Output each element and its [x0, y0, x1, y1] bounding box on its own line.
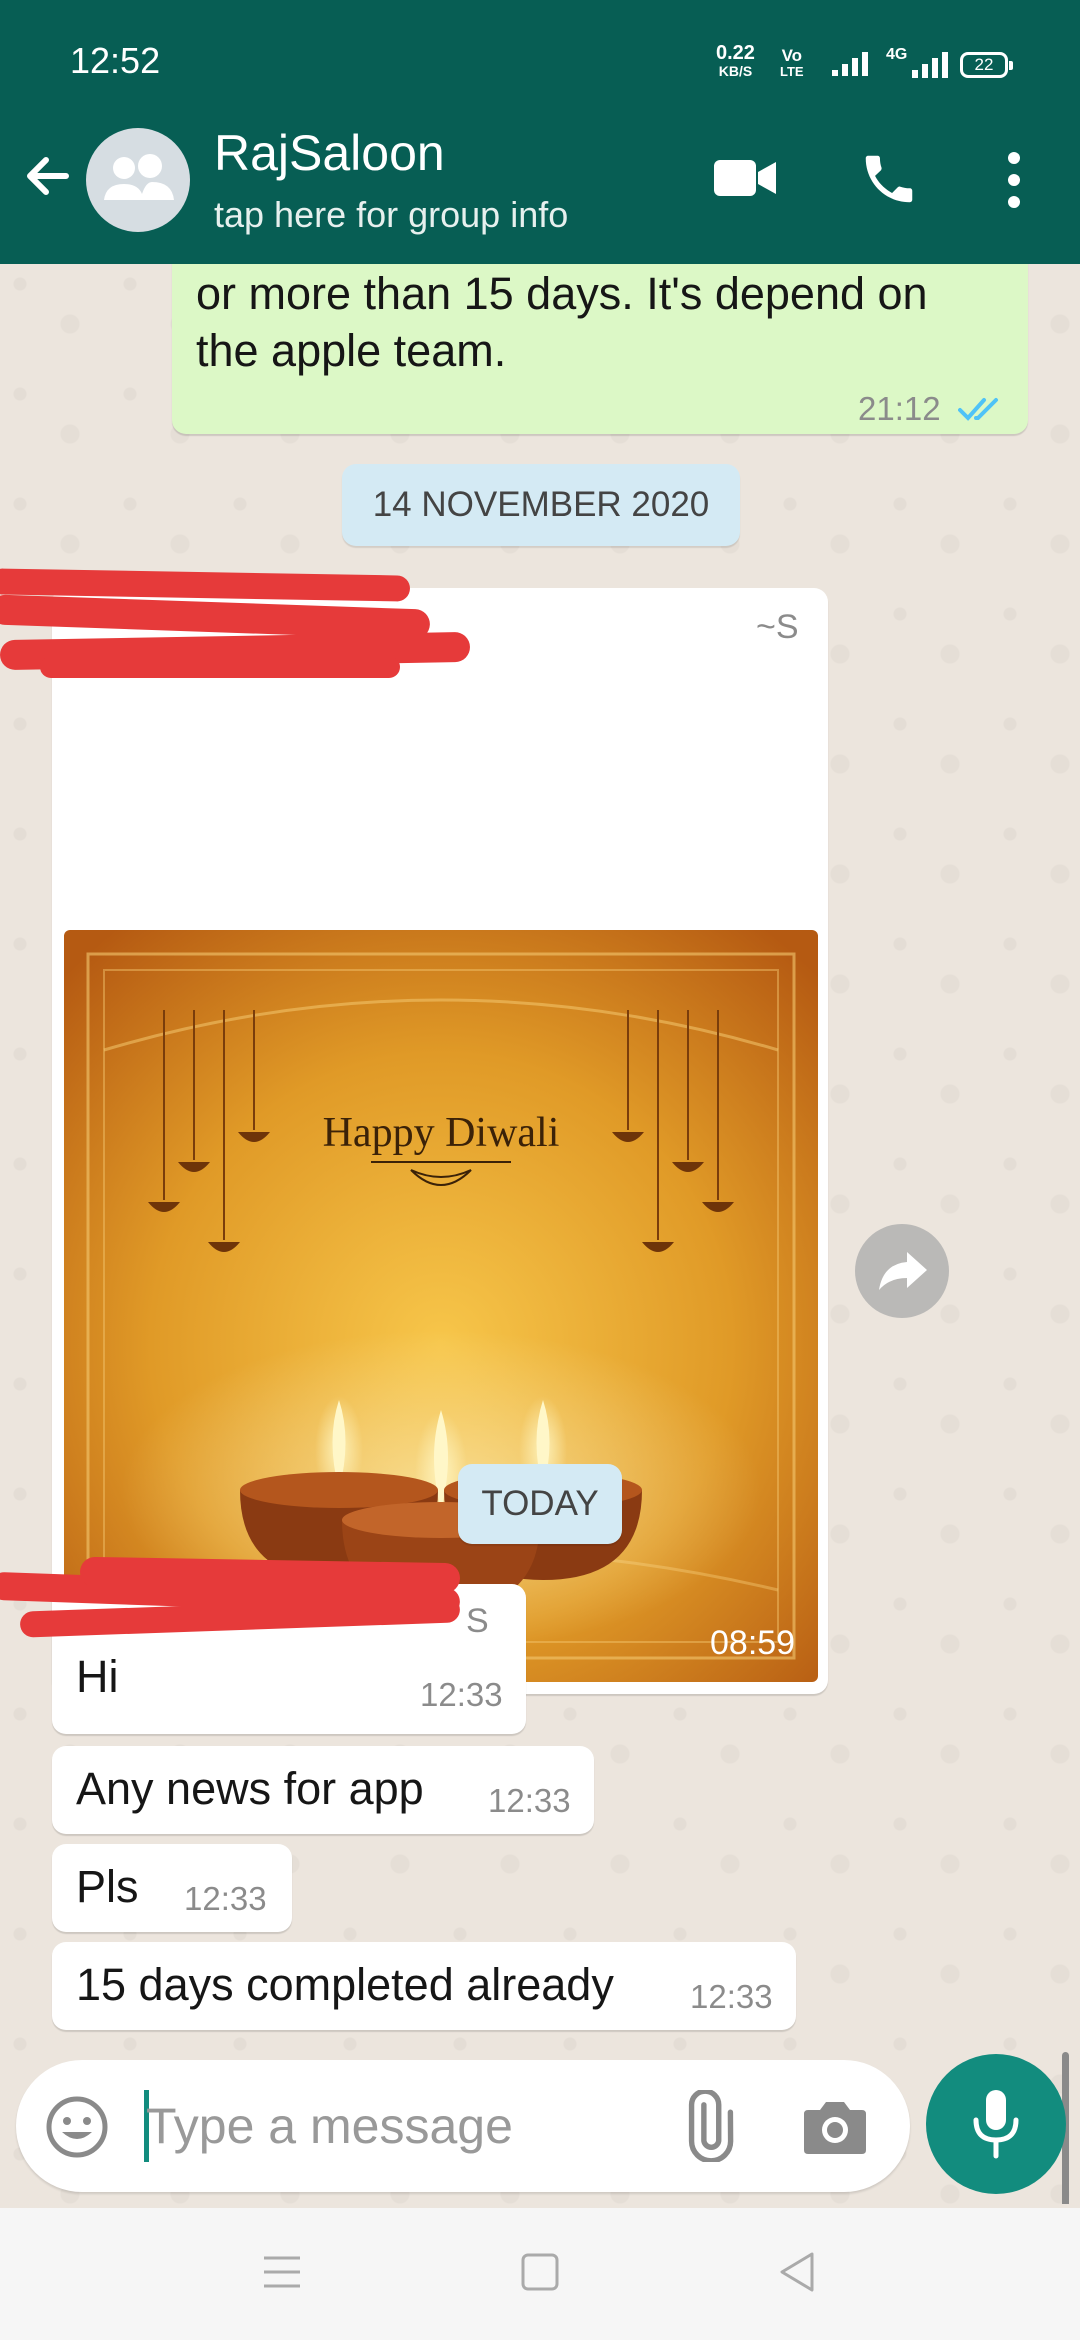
forward-icon — [879, 1252, 927, 1290]
attach-icon[interactable] — [670, 2090, 742, 2162]
lte-label: LTE — [780, 64, 804, 79]
chat-subtitle[interactable]: tap here for group info — [214, 194, 568, 236]
more-options-icon[interactable] — [1002, 148, 1026, 212]
home-nav-icon[interactable] — [520, 2252, 560, 2292]
message-time: 12:33 — [690, 1978, 773, 2015]
volte-indicator: Vo LTE — [780, 46, 804, 80]
battery-icon: 22 — [960, 52, 1013, 78]
message-text: Any news for app — [76, 1763, 424, 1814]
sender-name: S — [466, 1602, 489, 1640]
signal-icon — [832, 52, 868, 76]
message-text: 15 days completed already — [76, 1959, 614, 2010]
date-separator-today: TODAY — [458, 1464, 622, 1544]
back-arrow-icon[interactable] — [18, 146, 78, 206]
clock: 12:52 — [70, 40, 161, 81]
video-call-icon[interactable] — [712, 154, 778, 202]
message-bubble-incoming[interactable]: 15 days completed already 12:33 — [52, 1942, 796, 2030]
message-time: 12:33 — [488, 1782, 571, 1819]
chat-header[interactable]: RajSaloon tap here for group info — [0, 96, 1080, 264]
emoji-icon[interactable] — [44, 2094, 110, 2160]
read-ticks-icon — [958, 398, 998, 421]
message-time: 21:12 — [858, 390, 941, 427]
microphone-icon — [973, 2090, 1019, 2159]
date-separator: 14 NOVEMBER 2020 — [342, 464, 740, 546]
message-bubble-incoming[interactable]: Pls 12:33 — [52, 1844, 292, 1932]
voice-call-icon[interactable] — [858, 148, 920, 210]
message-bubble-outgoing[interactable]: 15 days. But for iOS it's takes 15 days … — [172, 264, 1028, 434]
voice-record-button[interactable] — [926, 2054, 1066, 2194]
message-time: 12:33 — [184, 1880, 267, 1917]
group-icon — [104, 154, 174, 200]
message-text: Hi — [76, 1651, 119, 1702]
message-composer[interactable] — [16, 2060, 910, 2192]
status-bar: 12:52 0.22 KB/S Vo LTE 4G 22 — [0, 0, 1080, 96]
message-input[interactable] — [146, 2082, 666, 2170]
message-text: 15 days. But for iOS it's takes 15 days … — [196, 268, 928, 376]
volte-label: Vo — [781, 46, 803, 65]
redaction-scribble — [40, 656, 400, 678]
sender-name: ~S — [756, 608, 799, 646]
message-bubble-incoming[interactable]: Any news for app 12:33 — [52, 1746, 594, 1834]
data-badge: 4G — [886, 46, 908, 63]
signal-icon-2 — [912, 52, 948, 78]
network-speed-unit: KB/S — [718, 63, 753, 79]
chat-area[interactable]: 15 days. But for iOS it's takes 15 days … — [0, 264, 1080, 2204]
message-time: 12:33 — [420, 1676, 503, 1713]
image-time: 08:59 — [710, 1624, 796, 1662]
system-nav-bar — [0, 2208, 1080, 2340]
diwali-caption: Happy Diwali — [323, 1110, 560, 1156]
menu-nav-icon[interactable] — [262, 2254, 302, 2290]
forward-button[interactable] — [855, 1224, 949, 1318]
back-nav-icon[interactable] — [776, 2250, 816, 2294]
camera-icon[interactable] — [802, 2096, 868, 2156]
chat-title[interactable]: RajSaloon — [214, 124, 445, 182]
battery-level: 22 — [974, 55, 994, 74]
message-text: Pls — [76, 1861, 139, 1912]
group-avatar[interactable] — [86, 128, 190, 232]
network-speed: 0.22 KB/S — [716, 42, 755, 80]
network-speed-value: 0.22 — [716, 42, 755, 64]
